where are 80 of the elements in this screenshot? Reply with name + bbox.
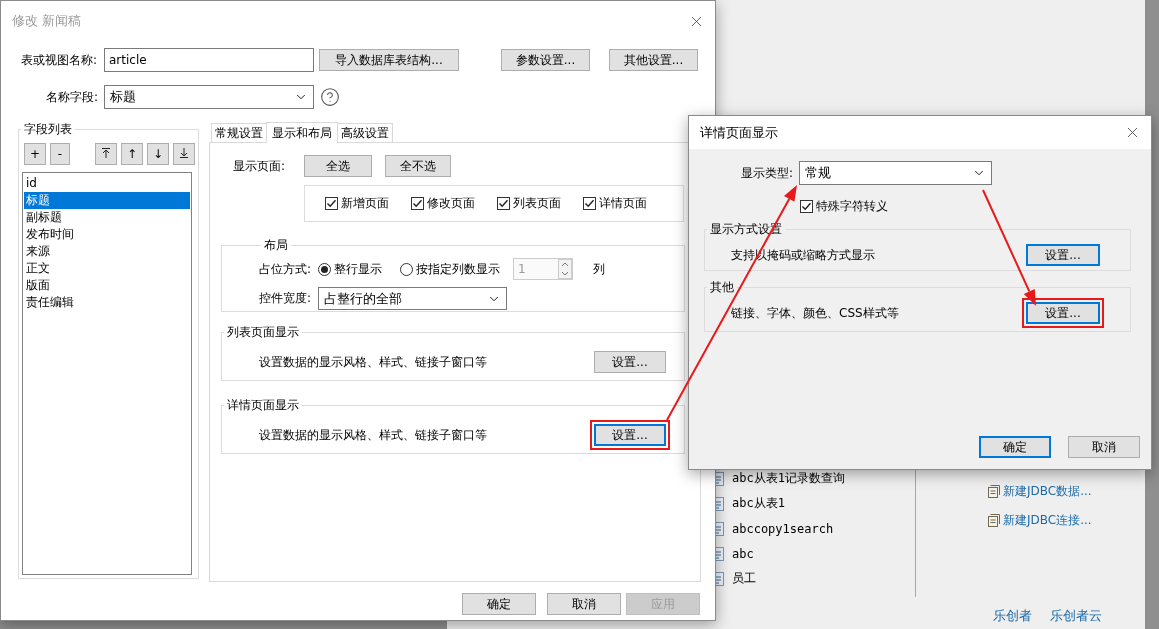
field-label: 控件宽度: <box>259 290 313 307</box>
field-label: 显示页面: <box>233 157 287 175</box>
radio-button[interactable] <box>318 262 331 276</box>
action-link[interactable]: 新建JDBC数据... <box>988 483 1092 500</box>
table-name-field[interactable]: article <box>104 48 314 72</box>
settings-button[interactable]: 设置... <box>594 424 666 446</box>
radio-label: 按指定列数显示 <box>416 260 500 278</box>
description-text: 设置数据的显示风格、样式、链接子窗口等 <box>259 353 487 371</box>
checkmark-icon <box>584 198 595 209</box>
checkmark-icon <box>498 198 509 209</box>
field-item[interactable]: 副标题 <box>24 209 190 226</box>
checkbox-label: 新增页面 <box>341 195 389 212</box>
select-none-button[interactable]: 全不选 <box>385 155 451 177</box>
description-text: 设置数据的显示风格、样式、链接子窗口等 <box>259 426 487 444</box>
dialog-button[interactable]: 确定 <box>979 436 1051 458</box>
move-to-bottom-icon <box>179 146 189 159</box>
checkbox-label: 详情页面 <box>599 195 647 212</box>
remove-button[interactable]: - <box>50 143 70 165</box>
field-item[interactable]: id <box>24 175 190 192</box>
add-button[interactable]: + <box>24 143 46 165</box>
field-item[interactable]: 责任编辑 <box>24 294 190 311</box>
parameters-button[interactable]: 参数设置... <box>501 49 590 71</box>
checkbox[interactable] <box>411 197 424 210</box>
move-to-bottom-button[interactable] <box>173 143 195 165</box>
checkmark-icon <box>801 201 812 212</box>
dialog-button[interactable]: 取消 <box>1068 436 1140 458</box>
move-to-top-icon <box>101 146 111 159</box>
select-all-button[interactable]: 全选 <box>304 155 372 177</box>
tab[interactable]: 显示和布局 <box>266 122 338 143</box>
tab[interactable]: 常规设置 <box>211 123 267 142</box>
unit-label: 列 <box>593 260 605 278</box>
group-title: 其他 <box>709 279 735 296</box>
group-title: 字段列表 <box>23 121 73 138</box>
width-select[interactable]: 占整行的全部 <box>318 287 507 310</box>
document-icon <box>988 485 1000 498</box>
action-link[interactable]: 新建JDBC连接... <box>988 512 1092 529</box>
document-icon <box>988 514 1000 527</box>
checkbox[interactable] <box>497 197 510 210</box>
field-label: 显示类型: <box>739 164 794 182</box>
move-down-button[interactable]: ↓ <box>147 143 169 165</box>
footer-link[interactable]: 乐创者 <box>993 607 1032 625</box>
group-title: 列表页面显示 <box>226 324 300 341</box>
window-title: 详情页面显示 <box>700 123 778 142</box>
dialog-button[interactable]: 确定 <box>462 593 536 615</box>
field-item[interactable]: 正文 <box>24 260 190 277</box>
field-item[interactable]: 发布时间 <box>24 226 190 243</box>
checkbox[interactable] <box>583 197 596 210</box>
dialog-button[interactable]: 取消 <box>547 593 621 615</box>
checkbox[interactable] <box>800 200 813 213</box>
footer-link[interactable]: 乐创者云 <box>1050 607 1102 625</box>
radio-label: 整行显示 <box>334 260 382 278</box>
checkbox-label: 修改页面 <box>427 195 475 212</box>
window-title: 修改 新闻稿 <box>12 12 82 30</box>
group-title: 详情页面显示 <box>226 397 300 414</box>
display-type-select[interactable]: 常规 <box>799 161 992 185</box>
field-label: 名称字段: <box>44 88 99 106</box>
settings-button[interactable]: 设置... <box>594 351 666 373</box>
help-icon[interactable] <box>320 87 340 107</box>
move-up-button[interactable]: ↑ <box>121 143 143 165</box>
settings-button[interactable]: 设置... <box>1026 302 1100 324</box>
checkbox[interactable] <box>325 197 338 210</box>
settings-button[interactable]: 设置... <box>1026 244 1100 266</box>
checkmark-icon <box>412 198 423 209</box>
field-item[interactable]: 版面 <box>24 277 190 294</box>
group-title: 布局 <box>263 237 289 254</box>
description-text: 链接、字体、颜色、CSS样式等 <box>731 304 899 322</box>
import-button[interactable]: 导入数据库表结构... <box>319 49 459 71</box>
tab[interactable]: 高级设置 <box>337 123 393 142</box>
checkmark-icon <box>326 198 337 209</box>
spin-arrows-icon <box>558 259 572 279</box>
field-label: 占位方式: <box>259 260 313 278</box>
other-settings-button[interactable]: 其他设置... <box>609 49 698 71</box>
radio-button[interactable] <box>400 262 413 276</box>
move-to-top-button[interactable] <box>95 143 117 165</box>
field-item[interactable]: 来源 <box>24 243 190 260</box>
field-item[interactable]: 标题 <box>24 192 190 209</box>
checkbox-label: 列表页面 <box>513 195 561 212</box>
field-label: 表或视图名称: <box>20 51 99 69</box>
name-field-select[interactable]: 标题 <box>104 85 314 109</box>
checkbox-label: 特殊字符转义 <box>816 198 888 215</box>
